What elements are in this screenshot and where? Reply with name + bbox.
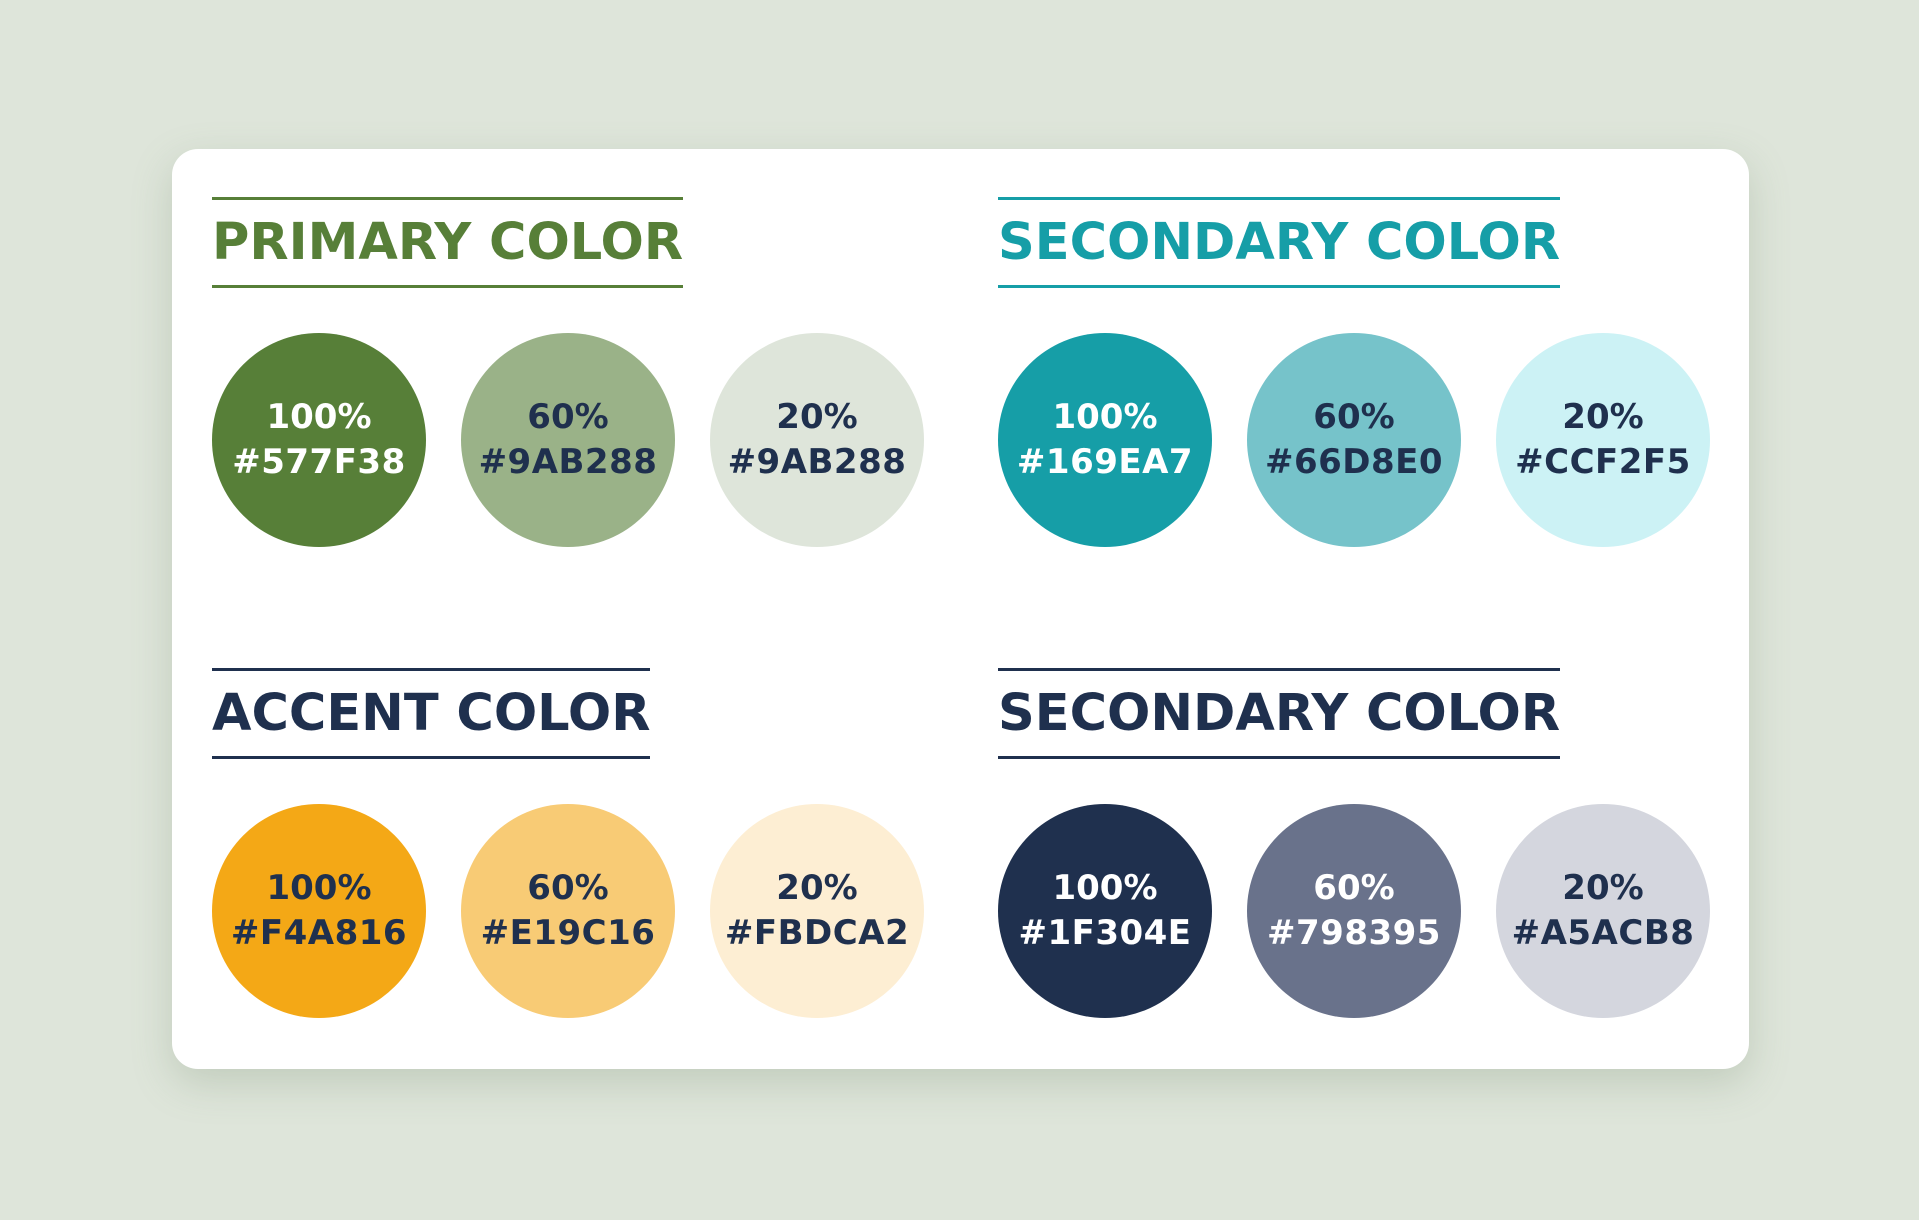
group-title: SECONDARY COLOR xyxy=(998,668,1561,759)
color-palette-card: PRIMARY COLOR 100% #577F38 60% #9AB288 2… xyxy=(172,149,1749,1069)
swatch-hex-label: #CCF2F5 xyxy=(1515,442,1691,482)
color-swatch: 100% #1F304E xyxy=(998,804,1212,1018)
swatch-percent: 60% xyxy=(1313,868,1395,908)
swatch-hex-label: #A5ACB8 xyxy=(1511,913,1695,953)
swatch-percent: 20% xyxy=(1562,397,1644,437)
swatch-hex-label: #FBDCA2 xyxy=(724,913,910,953)
swatch-percent: 60% xyxy=(1313,397,1395,437)
swatch-hex-label: #798395 xyxy=(1267,913,1441,953)
color-swatch: 60% #E19C16 xyxy=(461,804,675,1018)
swatch-percent: 60% xyxy=(527,868,609,908)
color-swatch: 20% #A5ACB8 xyxy=(1496,804,1710,1018)
swatch-hex-label: #E19C16 xyxy=(480,913,656,953)
swatch-row: 100% #577F38 60% #9AB288 20% #9AB288 xyxy=(212,333,972,547)
swatch-row: 100% #169EA7 60% #66D8E0 20% #CCF2F5 xyxy=(998,333,1758,547)
group-secondary-color-dark: SECONDARY COLOR 100% #1F304E 60% #798395… xyxy=(998,668,1710,1018)
color-swatch: 60% #66D8E0 xyxy=(1247,333,1461,547)
swatch-row: 100% #F4A816 60% #E19C16 20% #FBDCA2 xyxy=(212,804,972,1018)
swatch-hex-label: #F4A816 xyxy=(230,913,408,953)
color-swatch: 20% #9AB288 xyxy=(710,333,924,547)
group-accent-color: ACCENT COLOR 100% #F4A816 60% #E19C16 20… xyxy=(212,668,924,1018)
group-title: PRIMARY COLOR xyxy=(212,197,684,288)
swatch-hex-label: #66D8E0 xyxy=(1264,442,1444,482)
color-swatch: 20% #FBDCA2 xyxy=(710,804,924,1018)
color-swatch: 60% #798395 xyxy=(1247,804,1461,1018)
swatch-hex-label: #9AB288 xyxy=(478,442,658,482)
group-title: ACCENT COLOR xyxy=(212,668,651,759)
swatch-percent: 20% xyxy=(1562,868,1644,908)
group-primary-color: PRIMARY COLOR 100% #577F38 60% #9AB288 2… xyxy=(212,197,924,547)
swatch-percent: 100% xyxy=(266,868,372,908)
color-swatch: 100% #577F38 xyxy=(212,333,426,547)
swatch-hex-label: #1F304E xyxy=(1018,913,1192,953)
group-secondary-color: SECONDARY COLOR 100% #169EA7 60% #66D8E0… xyxy=(998,197,1710,547)
swatch-percent: 20% xyxy=(776,868,858,908)
swatch-percent: 100% xyxy=(1052,397,1158,437)
swatch-percent: 60% xyxy=(527,397,609,437)
swatch-percent: 100% xyxy=(1052,868,1158,908)
color-swatch: 20% #CCF2F5 xyxy=(1496,333,1710,547)
swatch-percent: 20% xyxy=(776,397,858,437)
swatch-percent: 100% xyxy=(266,397,372,437)
swatch-row: 100% #1F304E 60% #798395 20% #A5ACB8 xyxy=(998,804,1758,1018)
color-swatch: 60% #9AB288 xyxy=(461,333,675,547)
swatch-hex-label: #577F38 xyxy=(232,442,406,482)
swatch-hex-label: #169EA7 xyxy=(1016,442,1194,482)
group-title: SECONDARY COLOR xyxy=(998,197,1561,288)
color-swatch: 100% #F4A816 xyxy=(212,804,426,1018)
swatch-hex-label: #9AB288 xyxy=(727,442,907,482)
color-swatch: 100% #169EA7 xyxy=(998,333,1212,547)
